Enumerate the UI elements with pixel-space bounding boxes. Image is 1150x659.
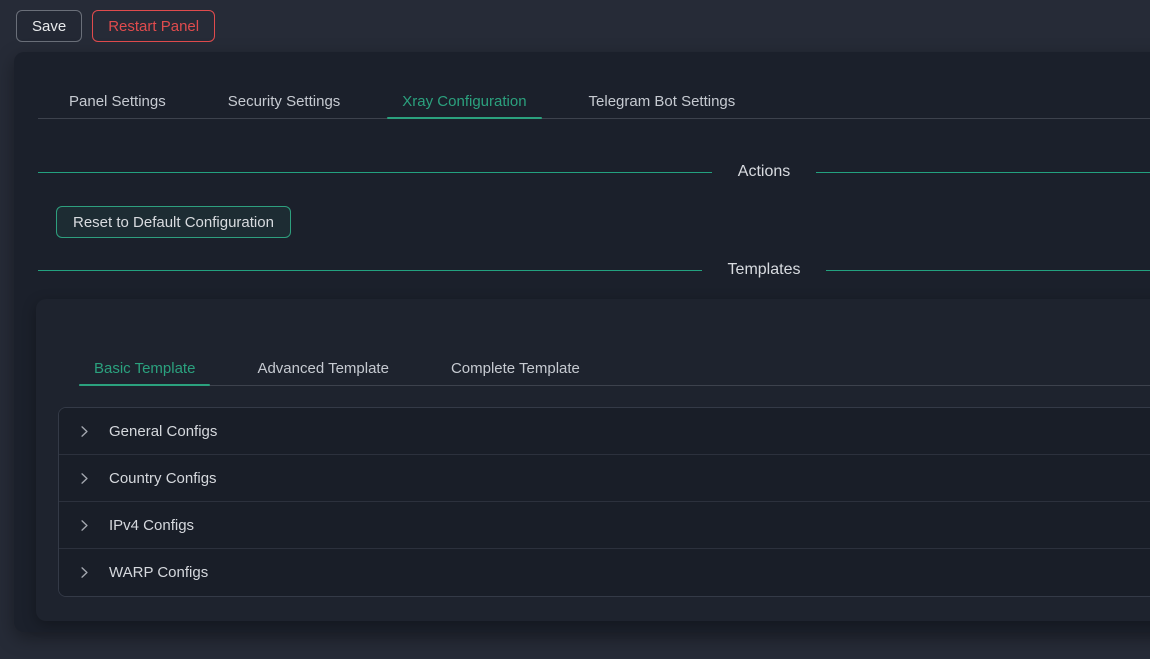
- accordion-item-label: General Configs: [109, 423, 217, 440]
- chevron-right-icon: [78, 425, 91, 438]
- accordion-item-label: WARP Configs: [109, 564, 208, 581]
- tab-security-settings[interactable]: Security Settings: [213, 85, 356, 118]
- templates-tabbar: Basic Template Advanced Template Complet…: [79, 352, 1150, 386]
- tab-panel-settings[interactable]: Panel Settings: [54, 85, 181, 118]
- accordion-item-label: Country Configs: [109, 470, 217, 487]
- tab-complete-template[interactable]: Complete Template: [436, 352, 595, 385]
- save-button[interactable]: Save: [16, 10, 82, 42]
- templates-card: Basic Template Advanced Template Complet…: [36, 299, 1150, 621]
- divider-line-left: [38, 172, 712, 173]
- actions-divider-label: Actions: [712, 163, 816, 181]
- chevron-right-icon: [78, 472, 91, 485]
- chevron-right-icon: [78, 519, 91, 532]
- tab-basic-template[interactable]: Basic Template: [79, 352, 210, 385]
- divider-line-right: [816, 172, 1150, 173]
- settings-card: Panel Settings Security Settings Xray Co…: [14, 52, 1150, 632]
- accordion-general-configs[interactable]: General Configs: [59, 408, 1150, 455]
- tab-advanced-template[interactable]: Advanced Template: [242, 352, 403, 385]
- template-configs-accordion: General Configs Country Configs IPv4 Con…: [58, 407, 1150, 597]
- divider-line-right: [826, 270, 1150, 271]
- templates-divider: Templates: [38, 254, 1150, 286]
- settings-tabbar: Panel Settings Security Settings Xray Co…: [38, 85, 1150, 119]
- actions-divider: Actions: [38, 156, 1150, 188]
- divider-line-left: [38, 270, 702, 271]
- accordion-country-configs[interactable]: Country Configs: [59, 455, 1150, 502]
- chevron-right-icon: [78, 566, 91, 579]
- top-action-bar: Save Restart Panel: [0, 0, 1150, 52]
- accordion-item-label: IPv4 Configs: [109, 517, 194, 534]
- tab-telegram-bot-settings[interactable]: Telegram Bot Settings: [574, 85, 751, 118]
- restart-panel-button[interactable]: Restart Panel: [92, 10, 215, 42]
- tab-xray-configuration[interactable]: Xray Configuration: [387, 85, 541, 118]
- templates-divider-label: Templates: [702, 261, 827, 279]
- reset-default-configuration-button[interactable]: Reset to Default Configuration: [56, 206, 291, 238]
- accordion-ipv4-configs[interactable]: IPv4 Configs: [59, 502, 1150, 549]
- accordion-warp-configs[interactable]: WARP Configs: [59, 549, 1150, 596]
